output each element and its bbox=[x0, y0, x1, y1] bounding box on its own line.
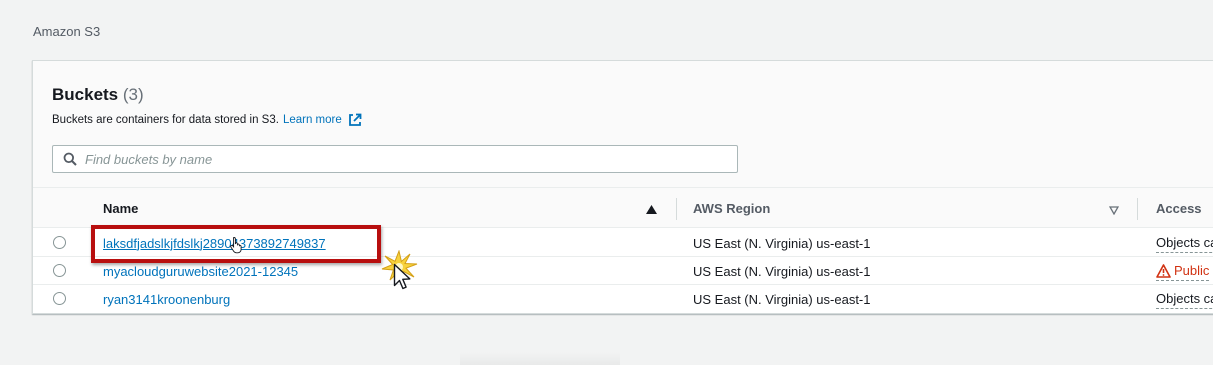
buckets-description: Buckets are containers for data stored i… bbox=[52, 113, 362, 127]
sort-descending-icon[interactable] bbox=[1108, 203, 1120, 218]
breadcrumb[interactable]: Amazon S3 bbox=[33, 24, 100, 39]
column-divider[interactable] bbox=[676, 198, 677, 220]
learn-more-link[interactable]: Learn more bbox=[283, 114, 342, 126]
arrow-pointer-icon bbox=[393, 263, 411, 296]
description-text: Buckets are containers for data stored i… bbox=[52, 114, 279, 126]
buckets-title: Buckets bbox=[52, 85, 119, 104]
page-title: Buckets (3) bbox=[52, 85, 144, 105]
bucket-region: US East (N. Virginia) us-east-1 bbox=[693, 263, 871, 279]
bucket-region: US East (N. Virginia) us-east-1 bbox=[693, 291, 871, 307]
search-input[interactable] bbox=[85, 151, 685, 167]
bucket-access: Objects ca bbox=[1156, 233, 1213, 253]
column-header-region[interactable]: AWS Region bbox=[693, 188, 1113, 228]
table-row[interactable]: ryan3141kroonenburg US East (N. Virginia… bbox=[33, 285, 1213, 313]
buckets-panel-header: Buckets (3) Buckets are containers for d… bbox=[33, 61, 1213, 188]
column-header-access[interactable]: Access bbox=[1156, 188, 1213, 228]
sort-ascending-icon[interactable] bbox=[646, 202, 657, 217]
table-header: Name AWS Region Access bbox=[33, 188, 1213, 228]
row-radio[interactable] bbox=[53, 292, 66, 305]
access-public-label: Public bbox=[1174, 263, 1210, 278]
row-radio[interactable] bbox=[53, 264, 66, 277]
bucket-name-link[interactable]: ryan3141kroonenburg bbox=[103, 285, 230, 313]
bucket-region: US East (N. Virginia) us-east-1 bbox=[693, 235, 871, 251]
column-header-name[interactable]: Name bbox=[103, 188, 673, 228]
buckets-count: (3) bbox=[122, 85, 144, 104]
buckets-panel: Buckets (3) Buckets are containers for d… bbox=[32, 60, 1213, 314]
bucket-access: Objects ca bbox=[1156, 289, 1213, 309]
external-link-icon[interactable] bbox=[348, 113, 362, 127]
search-icon bbox=[63, 152, 77, 166]
warning-icon bbox=[1156, 263, 1171, 278]
hand-pointer-icon bbox=[229, 236, 245, 259]
row-radio[interactable] bbox=[53, 236, 66, 249]
shadow-decoration bbox=[460, 352, 620, 365]
column-divider[interactable] bbox=[1137, 198, 1138, 220]
bucket-access-public: Public bbox=[1156, 261, 1210, 281]
search-field[interactable] bbox=[52, 145, 738, 173]
